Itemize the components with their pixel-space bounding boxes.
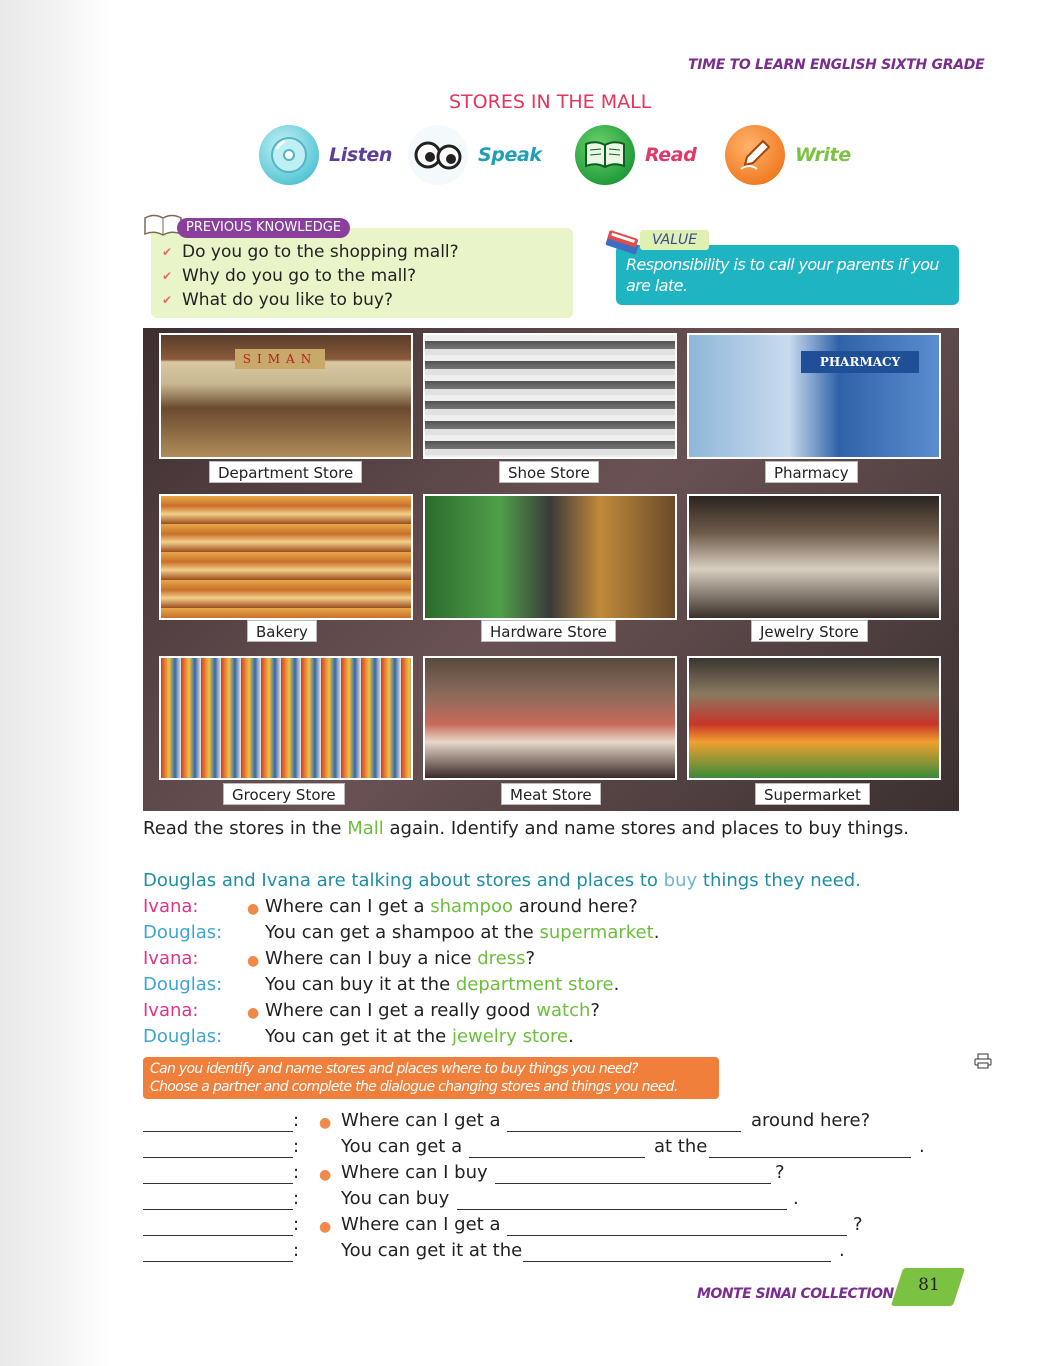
bullet-icon: ●: [247, 901, 260, 917]
skill-label: Read: [645, 144, 697, 166]
pencil-icon: [725, 125, 785, 185]
speaker-blank[interactable]: [143, 1244, 293, 1262]
photo-hardware-store: [423, 494, 677, 620]
skill-speak: Speak: [408, 125, 542, 185]
task-instructions: Can you identify and name stores and pla…: [143, 1057, 719, 1099]
exercise-line: : You can buy .: [143, 1188, 923, 1214]
exercise-line: : ● Where can I get a ?: [143, 1214, 923, 1240]
check-icon: ✔: [162, 293, 173, 307]
speaker-blank[interactable]: [143, 1166, 293, 1184]
photo-pharmacy: PHARMACY: [687, 333, 941, 459]
value-text: Responsibility is to call your parents i…: [616, 245, 959, 305]
store-photo-grid: SIMAN PHARMACY Department Store Shoe Sto…: [143, 328, 959, 811]
speaker-blank[interactable]: [143, 1140, 293, 1158]
books-icon: [602, 226, 644, 260]
answer-blank[interactable]: [523, 1244, 831, 1262]
bullet-icon: ●: [319, 1167, 332, 1183]
value-tag: VALUE: [640, 230, 710, 250]
speaker-blank[interactable]: [143, 1114, 293, 1132]
bullet-icon: ●: [319, 1115, 332, 1131]
bullet-icon: ●: [247, 1005, 260, 1021]
caption-supermarket: Supermarket: [755, 783, 870, 805]
page-edge-shadow: [0, 0, 110, 1366]
check-icon: ✔: [162, 269, 173, 283]
reading-instruction: Read the stores in the Mall again. Ident…: [143, 818, 910, 839]
caption-shoe-store: Shoe Store: [499, 461, 599, 483]
bullet-icon: ●: [319, 1219, 332, 1235]
caption-meat-store: Meat Store: [501, 783, 601, 805]
exercise-line: : You can get it at the .: [143, 1240, 923, 1266]
previous-knowledge-list: ✔ Do you go to the shopping mall? ✔ Why do…: [162, 240, 459, 312]
store-sign: PHARMACY: [801, 351, 919, 373]
skill-label: Speak: [478, 144, 542, 166]
answer-blank[interactable]: [495, 1166, 771, 1184]
photo-jewelry-store: [687, 494, 941, 620]
answer-blank[interactable]: [709, 1140, 911, 1158]
photo-department-store: SIMAN: [159, 333, 413, 459]
answer-blank[interactable]: [507, 1114, 741, 1132]
caption-jewelry-store: Jewelry Store: [751, 620, 868, 642]
skill-listen: Listen: [259, 125, 392, 185]
skill-label: Listen: [329, 144, 393, 166]
bullet-icon: ●: [247, 953, 260, 969]
unit-title: STORES IN THE MALL: [449, 91, 652, 113]
book-icon: [575, 125, 635, 185]
previous-knowledge-tag: PREVIOUS KNOWLEDGE: [177, 218, 351, 238]
caption-bakery: Bakery: [247, 620, 317, 642]
page-number: 81: [918, 1275, 940, 1295]
speaker-blank[interactable]: [143, 1192, 293, 1210]
exercise-line: : ● Where can I get a around here?: [143, 1110, 923, 1136]
photo-meat-store: [423, 656, 677, 780]
answer-blank[interactable]: [507, 1218, 847, 1236]
caption-pharmacy: Pharmacy: [765, 461, 858, 483]
eyes-icon: [408, 125, 468, 185]
skill-write: Write: [725, 125, 851, 185]
exercise-line: : ● Where can I buy ?: [143, 1162, 923, 1188]
series-title: TIME TO LEARN ENGLISH SIXTH GRADE: [688, 57, 985, 73]
skill-read: Read: [575, 125, 697, 185]
speaker-blank[interactable]: [143, 1218, 293, 1236]
skill-label: Write: [795, 144, 851, 166]
photo-grocery-store: [159, 656, 413, 780]
caption-hardware-store: Hardware Store: [481, 620, 616, 642]
list-item: ✔ Do you go to the shopping mall?: [162, 242, 459, 262]
photo-bakery: [159, 494, 413, 620]
answer-blank[interactable]: [469, 1140, 645, 1158]
store-sign: SIMAN: [235, 349, 325, 369]
photo-shoe-store: [423, 333, 677, 459]
list-item: ✔ Why do you go to the mall?: [162, 266, 417, 286]
print-icon[interactable]: [974, 1053, 992, 1073]
exercise-line: : You can get a at the .: [143, 1136, 943, 1162]
check-icon: ✔: [162, 245, 173, 259]
photo-supermarket: [687, 656, 941, 780]
list-item: ✔ What do you like to buy?: [162, 290, 393, 310]
footer-collection: MONTE SINAI COLLECTION: [697, 1286, 894, 1302]
caption-grocery-store: Grocery Store: [223, 783, 345, 805]
caption-department-store: Department Store: [209, 461, 363, 483]
answer-blank[interactable]: [457, 1192, 787, 1210]
dialogue-intro: Douglas and Ivana are talking about stor…: [143, 870, 861, 891]
cd-icon: [259, 125, 319, 185]
